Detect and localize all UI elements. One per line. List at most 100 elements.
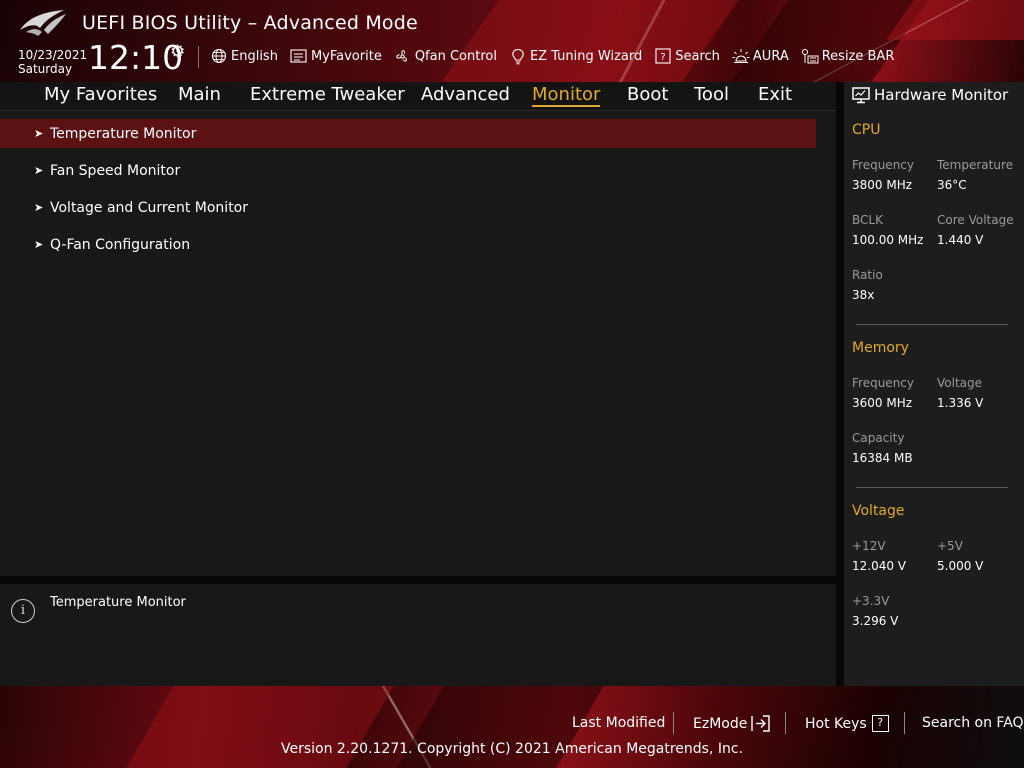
v33-value: 3.296 V — [852, 614, 899, 628]
search-faq-button[interactable]: Search on FAQ — [922, 715, 1024, 731]
version-text: Version 2.20.1271. Copyright (C) 2021 Am… — [280, 741, 744, 757]
memory-frequency-value: 3600 MHz — [852, 396, 913, 410]
day-text: Saturday — [18, 62, 73, 76]
panel-divider — [0, 576, 836, 584]
menu-item-label: Q-Fan Configuration — [50, 236, 191, 253]
resize-bar-button[interactable]: Resize BAR — [801, 47, 894, 65]
search-label: Search — [675, 48, 720, 64]
panel-divider — [836, 82, 844, 686]
bclk-value: 100.00 MHz — [852, 233, 924, 247]
tab-boot[interactable]: Boot — [627, 84, 668, 105]
footer-divider — [785, 712, 786, 734]
cpu-section-heading: CPU — [852, 122, 881, 138]
tab-main[interactable]: Main — [178, 84, 221, 105]
toolbar: English MyFavorite Qfan Control EZ Tunin… — [210, 46, 906, 66]
tab-exit[interactable]: Exit — [758, 84, 792, 105]
clock-time[interactable]: 12:10 — [88, 38, 183, 77]
myfavorite-button[interactable]: MyFavorite — [290, 47, 382, 65]
arrow-right-icon: ➤ — [34, 238, 44, 251]
memory-capacity-label: Capacity — [852, 431, 905, 445]
menu-item-label: Temperature Monitor — [50, 125, 197, 142]
search-button[interactable]: ? Search — [654, 47, 720, 65]
menu-item-label: Fan Speed Monitor — [50, 162, 181, 179]
v33-label: +3.3V — [852, 594, 890, 608]
rog-logo-icon — [20, 10, 66, 36]
cpu-temperature-value: 36°C — [937, 178, 967, 192]
menu-item-label: Voltage and Current Monitor — [50, 199, 249, 216]
footer-bar: Last Modified EzMode Hot Keys ? Search o… — [0, 686, 1024, 768]
memory-frequency-label: Frequency — [852, 376, 914, 390]
qfan-control-label: Qfan Control — [414, 48, 497, 64]
ratio-value: 38x — [852, 288, 875, 302]
hardware-monitor-title: Hardware Monitor — [874, 86, 1009, 104]
window-title: UEFI BIOS Utility – Advanced Mode — [82, 12, 418, 34]
question-box-icon: ? — [871, 715, 889, 732]
favorite-list-icon — [290, 47, 308, 65]
ezmode-label: EzMode — [693, 715, 748, 732]
tab-monitor[interactable]: Monitor — [532, 84, 601, 107]
help-text: Temperature Monitor — [50, 595, 186, 610]
info-icon: i — [11, 599, 35, 623]
menu-item-temperature-monitor[interactable]: ➤ Temperature Monitor — [0, 119, 816, 148]
tab-advanced[interactable]: Advanced — [421, 84, 510, 105]
main-nav: My Favorites Main Extreme Tweaker Advanc… — [0, 82, 836, 111]
header-banner: UEFI BIOS Utility – Advanced Mode 10/23/… — [0, 0, 1024, 82]
aura-light-icon — [732, 47, 750, 65]
ez-tuning-wizard-label: EZ Tuning Wizard — [529, 48, 643, 64]
header-decor — [731, 0, 929, 82]
ratio-label: Ratio — [852, 268, 883, 282]
memory-section-heading: Memory — [852, 340, 909, 356]
v12-value: 12.040 V — [852, 559, 907, 573]
menu-item-voltage-current-monitor[interactable]: ➤ Voltage and Current Monitor — [0, 193, 816, 222]
tab-my-favorites[interactable]: My Favorites — [44, 84, 157, 105]
help-panel: i Temperature Monitor — [0, 584, 836, 686]
gear-icon[interactable]: ⚙ — [170, 42, 185, 62]
footer-divider — [673, 712, 674, 734]
tab-extreme-tweaker[interactable]: Extreme Tweaker — [250, 84, 405, 105]
memory-capacity-value: 16384 MB — [852, 451, 913, 465]
arrow-right-icon: ➤ — [34, 164, 44, 177]
voltage-section-heading: Voltage — [852, 503, 905, 519]
footer-divider — [904, 712, 905, 734]
qfan-control-button[interactable]: Qfan Control — [394, 47, 497, 65]
hardware-monitor-header: Hardware Monitor — [852, 86, 1008, 104]
core-voltage-value: 1.440 V — [937, 233, 984, 247]
myfavorite-label: MyFavorite — [310, 48, 382, 64]
resize-bar-icon — [801, 47, 819, 65]
ezmode-button[interactable]: EzMode — [693, 715, 772, 732]
lightbulb-icon — [509, 47, 527, 65]
globe-icon — [210, 47, 228, 65]
toolbar-divider — [198, 46, 199, 68]
monitor-menu: ➤ Temperature Monitor ➤ Fan Speed Monito… — [0, 111, 836, 576]
tab-tool[interactable]: Tool — [694, 84, 729, 105]
last-modified-button[interactable]: Last Modified — [572, 715, 665, 731]
memory-voltage-value: 1.336 V — [937, 396, 984, 410]
section-divider — [856, 324, 1008, 325]
header-decor — [441, 0, 739, 82]
cpu-frequency-value: 3800 MHz — [852, 178, 913, 192]
menu-item-qfan-configuration[interactable]: ➤ Q-Fan Configuration — [0, 230, 816, 259]
section-divider — [856, 487, 1008, 488]
core-voltage-label: Core Voltage — [937, 213, 1014, 227]
hardware-monitor-panel: Hardware Monitor CPU Frequency 3800 MHz … — [844, 82, 1024, 686]
cpu-temperature-label: Temperature — [937, 158, 1014, 172]
v5-label: +5V — [937, 539, 963, 553]
v12-label: +12V — [852, 539, 886, 553]
cpu-frequency-label: Frequency — [852, 158, 914, 172]
language-button[interactable]: English — [210, 47, 278, 65]
question-box-icon: ? — [654, 47, 672, 65]
aura-label: AURA — [752, 48, 789, 64]
date-text: 10/23/2021 — [18, 48, 88, 62]
fan-icon — [394, 47, 412, 65]
menu-item-fan-speed-monitor[interactable]: ➤ Fan Speed Monitor — [0, 156, 816, 185]
hot-keys-label: Hot Keys — [805, 715, 867, 732]
aura-button[interactable]: AURA — [732, 47, 789, 65]
arrow-right-icon: ➤ — [34, 201, 44, 214]
language-label: English — [231, 48, 278, 64]
memory-voltage-label: Voltage — [937, 376, 983, 390]
ez-tuning-wizard-button[interactable]: EZ Tuning Wizard — [509, 47, 642, 65]
svg-text:?: ? — [661, 52, 666, 63]
arrow-right-icon: ➤ — [34, 127, 44, 140]
hot-keys-button[interactable]: Hot Keys ? — [805, 715, 889, 732]
monitor-screen-icon — [852, 86, 870, 103]
